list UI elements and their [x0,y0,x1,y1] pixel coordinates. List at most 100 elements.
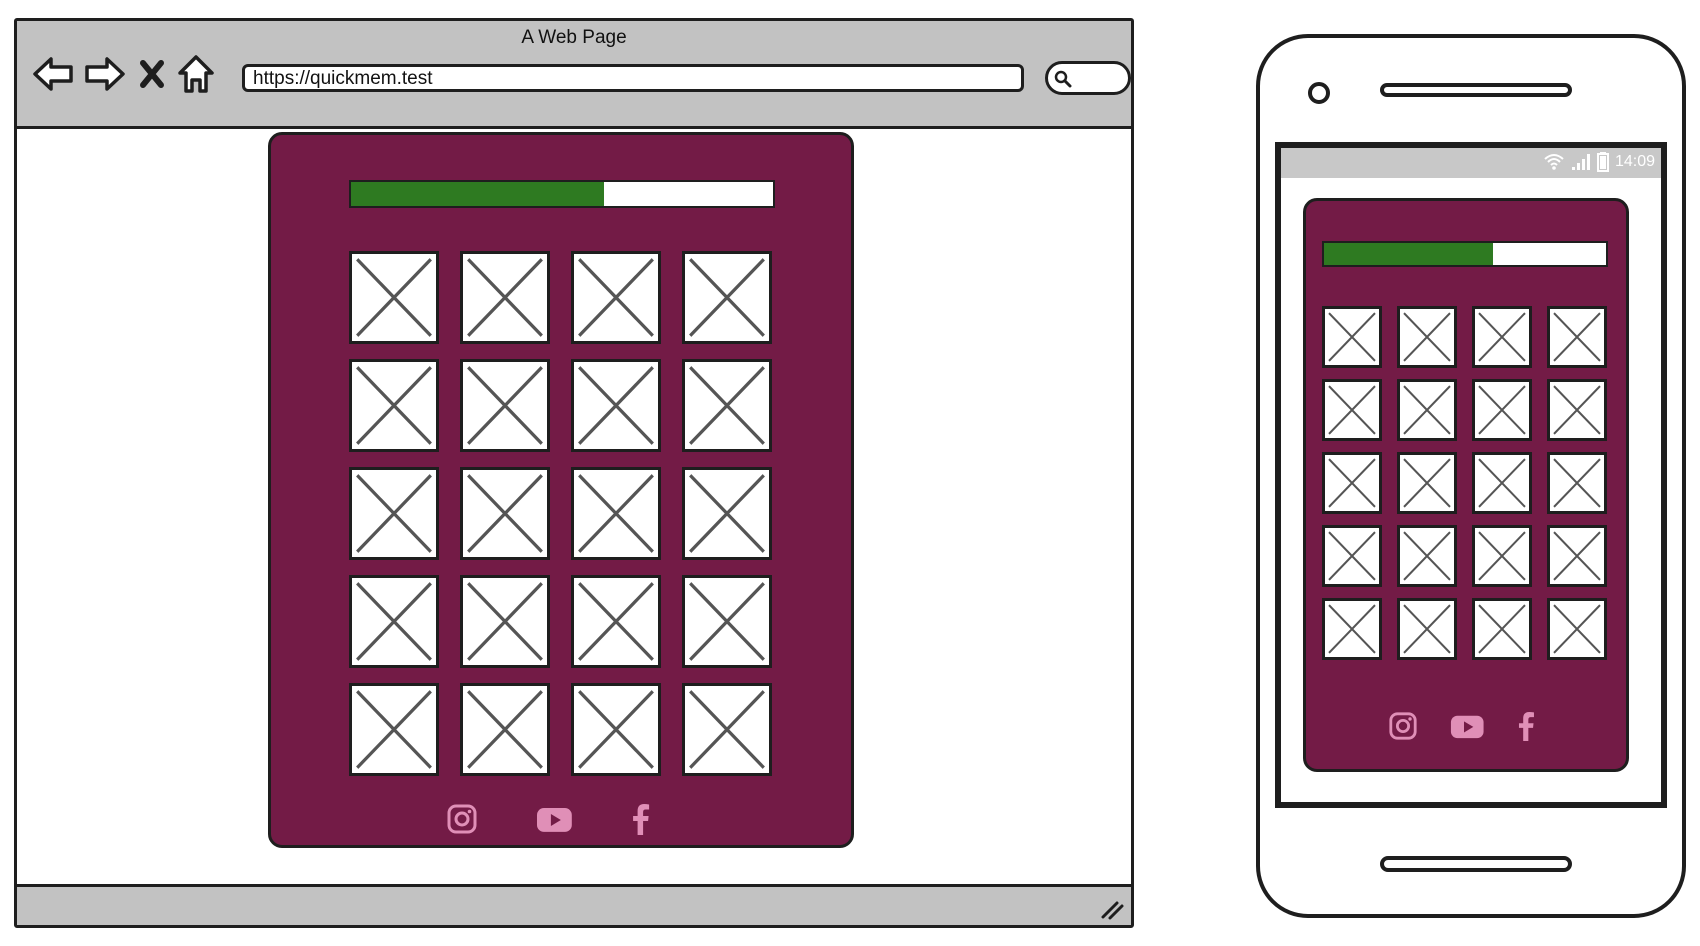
game-tile[interactable] [1547,525,1607,587]
status-bar: 14:09 [1281,148,1661,178]
image-placeholder-icon [1403,531,1451,581]
image-placeholder-icon [1328,312,1376,362]
progress-bar [1322,241,1608,267]
game-tile[interactable] [682,359,772,452]
camera-icon [1308,82,1330,104]
youtube-icon[interactable] [1450,711,1485,741]
progress-bar-fill [1324,243,1494,265]
forward-arrow-icon[interactable] [81,51,127,97]
progress-bar [349,180,775,208]
game-tile[interactable] [1322,525,1382,587]
progress-bar-fill [351,182,605,206]
game-tile[interactable] [1322,306,1382,368]
facebook-icon[interactable] [631,803,650,835]
instagram-icon[interactable] [1388,711,1418,741]
game-tile[interactable] [460,467,550,560]
game-tile[interactable] [682,575,772,668]
game-card-mobile [1303,198,1629,772]
image-placeholder-icon [1478,604,1526,654]
image-placeholder-icon [1553,531,1601,581]
back-arrow-icon[interactable] [31,51,77,97]
game-tile[interactable] [1397,598,1457,660]
search-button[interactable] [1045,61,1131,95]
image-placeholder-icon [578,258,654,337]
tile-grid [349,251,772,776]
image-placeholder-icon [356,474,432,553]
home-icon[interactable] [173,51,219,97]
game-tile[interactable] [1397,306,1457,368]
resize-grip-icon[interactable] [1099,897,1125,921]
image-placeholder-icon [1553,312,1601,362]
game-tile[interactable] [349,467,439,560]
game-tile[interactable] [460,575,550,668]
game-tile[interactable] [571,467,661,560]
image-placeholder-icon [689,258,765,337]
image-placeholder-icon [1553,604,1601,654]
game-tile[interactable] [1322,452,1382,514]
game-tile[interactable] [1547,452,1607,514]
game-tile[interactable] [1322,598,1382,660]
image-placeholder-icon [689,474,765,553]
game-tile[interactable] [1322,379,1382,441]
image-placeholder-icon [689,366,765,445]
game-tile[interactable] [571,683,661,776]
image-placeholder-icon [1478,458,1526,508]
image-placeholder-icon [1403,385,1451,435]
image-placeholder-icon [356,582,432,661]
game-card [268,132,854,848]
status-time: 14:09 [1614,153,1655,170]
image-placeholder-icon [1403,604,1451,654]
browser-toolbar: A Web Page https://quickmem.test [17,21,1131,129]
close-icon[interactable] [135,51,169,97]
image-placeholder-icon [578,582,654,661]
game-tile[interactable] [682,683,772,776]
game-tile[interactable] [349,251,439,344]
image-placeholder-icon [356,690,432,769]
game-tile[interactable] [349,575,439,668]
search-icon [1054,70,1072,88]
game-tile[interactable] [1547,598,1607,660]
game-tile[interactable] [571,575,661,668]
image-placeholder-icon [1478,312,1526,362]
game-tile[interactable] [1547,306,1607,368]
game-tile[interactable] [1547,379,1607,441]
game-tile[interactable] [460,359,550,452]
image-placeholder-icon [1328,385,1376,435]
image-placeholder-icon [689,582,765,661]
game-tile[interactable] [1472,525,1532,587]
game-tile[interactable] [1472,452,1532,514]
instagram-icon[interactable] [446,803,478,835]
game-tile[interactable] [460,683,550,776]
facebook-icon[interactable] [1517,711,1535,741]
image-placeholder-icon [467,366,543,445]
image-placeholder-icon [356,366,432,445]
game-tile[interactable] [571,359,661,452]
signal-icon [1571,154,1590,170]
home-button[interactable] [1380,856,1572,872]
game-tile[interactable] [1397,379,1457,441]
game-tile[interactable] [1472,306,1532,368]
wifi-icon [1544,154,1564,170]
social-links [446,803,650,835]
youtube-icon[interactable] [536,803,573,835]
game-tile[interactable] [349,359,439,452]
game-tile[interactable] [1397,525,1457,587]
image-placeholder-icon [1328,604,1376,654]
game-tile[interactable] [1472,379,1532,441]
tile-grid [1322,306,1607,660]
image-placeholder-icon [467,690,543,769]
address-bar[interactable]: https://quickmem.test [242,64,1024,92]
image-placeholder-icon [1478,531,1526,581]
game-tile[interactable] [571,251,661,344]
game-tile[interactable] [682,467,772,560]
game-tile[interactable] [1472,598,1532,660]
image-placeholder-icon [1553,458,1601,508]
game-tile[interactable] [349,683,439,776]
game-tile[interactable] [1397,452,1457,514]
image-placeholder-icon [467,258,543,337]
image-placeholder-icon [467,474,543,553]
image-placeholder-icon [1478,385,1526,435]
game-tile[interactable] [460,251,550,344]
game-tile[interactable] [682,251,772,344]
image-placeholder-icon [1328,531,1376,581]
